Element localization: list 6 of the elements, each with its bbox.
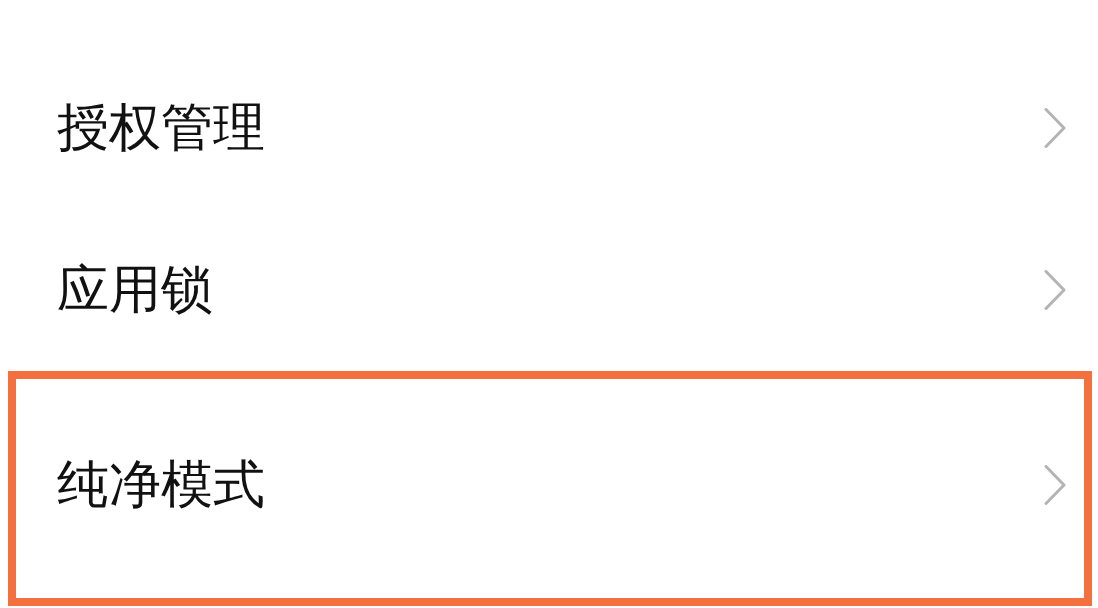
chevron-right-icon [1044,108,1066,148]
settings-item[interactable]: 授权管理 [0,47,1098,209]
settings-item[interactable]: 纯净模式 [8,371,1092,606]
chevron-right-icon [1044,270,1066,310]
settings-item[interactable]: 应用锁 [0,209,1098,371]
chevron-right-icon [1044,464,1066,505]
